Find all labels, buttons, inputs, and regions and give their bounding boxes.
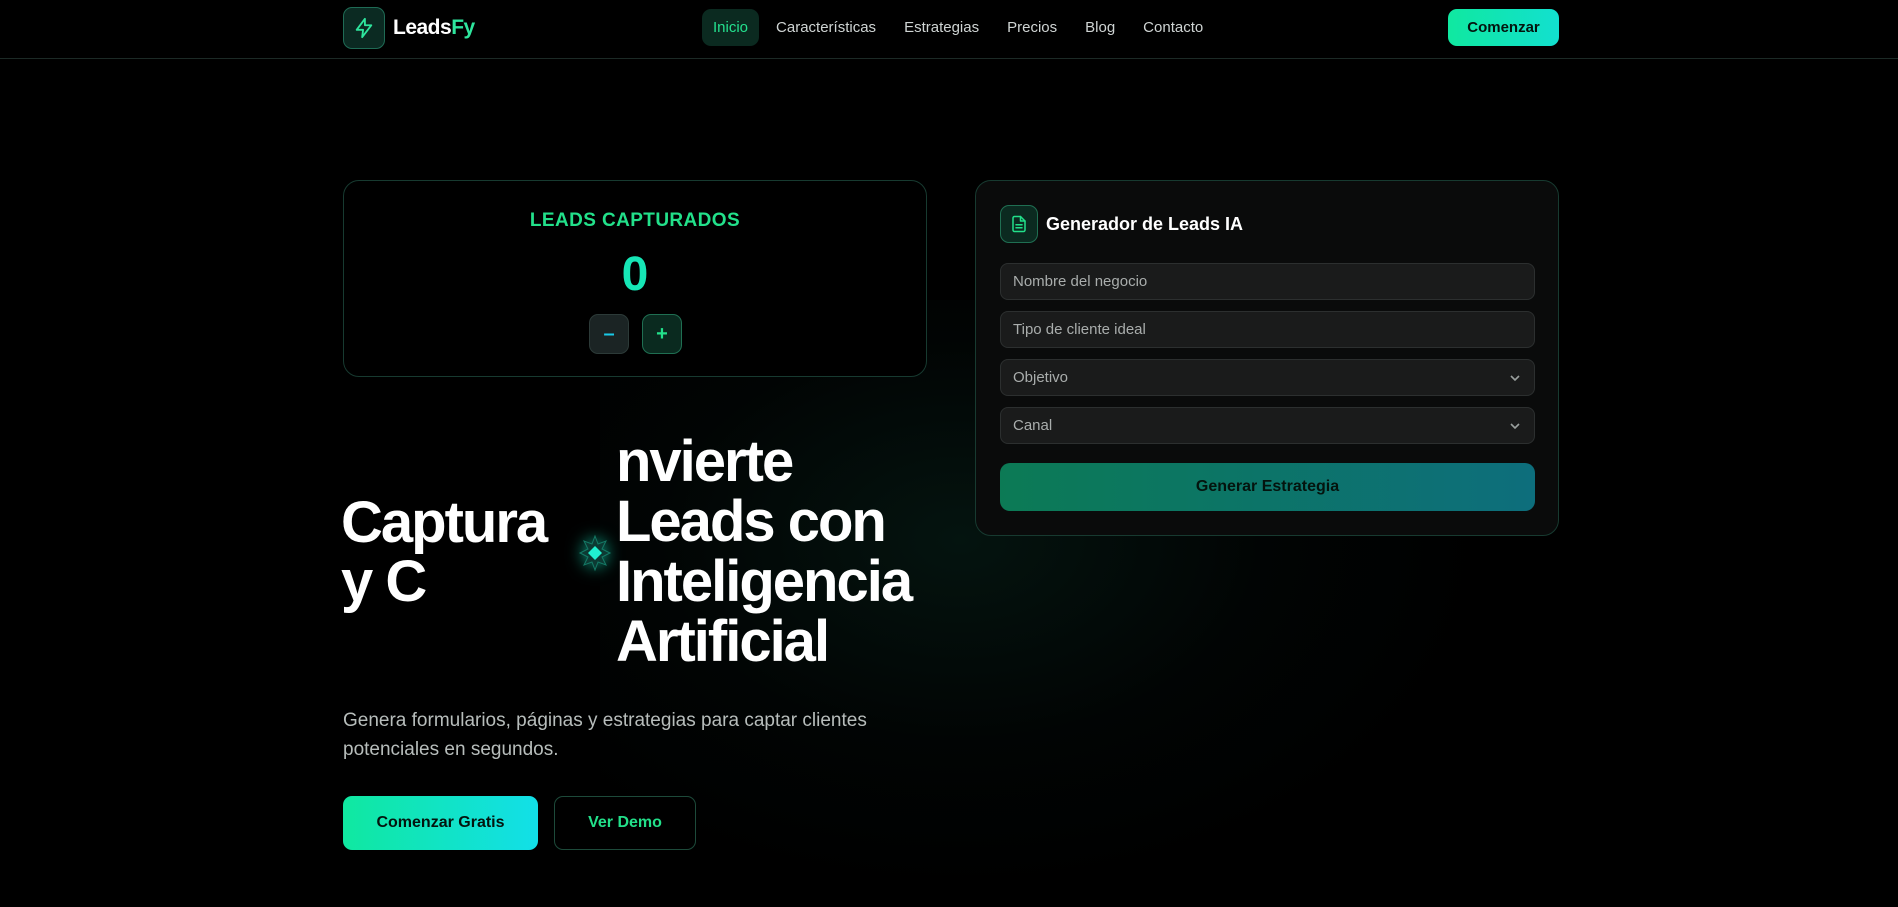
nav-item-estrategias[interactable]: Estrategias: [893, 9, 990, 46]
start-button[interactable]: Comenzar: [1448, 9, 1559, 46]
hero-headline-right: nvierte Leads con Inteligencia Artificia…: [616, 429, 913, 674]
brand-logo[interactable]: LeadsFy: [343, 6, 475, 49]
nav-item-contacto[interactable]: Contacto: [1132, 9, 1214, 46]
nav-item-precios[interactable]: Precios: [996, 9, 1068, 46]
hero-line: nvierte: [616, 429, 794, 494]
business-name-input[interactable]: [1000, 263, 1535, 300]
counter-title: LEADS CAPTURADOS: [529, 210, 741, 231]
channel-select-label: Canal: [1013, 417, 1053, 434]
sparkle-icon: [576, 531, 614, 575]
hero-line: Artificial: [616, 609, 830, 674]
chevron-down-icon: [1508, 419, 1522, 433]
document-icon: [1000, 205, 1038, 243]
lightning-icon: [343, 6, 385, 49]
hero-line: Captura: [341, 490, 548, 555]
chevron-down-icon: [1508, 371, 1522, 385]
counter-value: 0: [621, 248, 649, 301]
counter-controls: – +: [589, 314, 682, 354]
hero-line: Leads con: [616, 489, 887, 554]
decrement-button[interactable]: –: [589, 314, 629, 354]
hero-headline-left: Captura y C: [341, 490, 548, 614]
ideal-client-input[interactable]: [1000, 311, 1535, 348]
lead-generator-card: Generador de Leads IA Objetivo Canal Gen…: [975, 180, 1559, 536]
generate-strategy-button[interactable]: Generar Estrategia: [1000, 463, 1535, 511]
brand-name: LeadsFy: [393, 15, 475, 39]
leads-counter-card: LEADS CAPTURADOS 0 – +: [343, 180, 927, 377]
start-free-button[interactable]: Comenzar Gratis: [343, 796, 538, 850]
nav-menu: Inicio Características Estrategias Preci…: [702, 9, 1214, 46]
nav-item-inicio[interactable]: Inicio: [702, 9, 760, 46]
hero-subtitle: Genera formularios, páginas y estrategia…: [343, 710, 867, 760]
nav-item-blog[interactable]: Blog: [1074, 9, 1126, 46]
view-demo-button[interactable]: Ver Demo: [554, 796, 696, 850]
objective-select-label: Objetivo: [1013, 369, 1069, 386]
top-navbar: LeadsFy Inicio Características Estrategi…: [0, 0, 1898, 59]
generator-title: Generador de Leads IA: [1046, 214, 1244, 234]
hero-line: y C: [341, 549, 427, 614]
hero-line: Inteligencia: [616, 549, 913, 614]
channel-select[interactable]: Canal: [1000, 407, 1535, 444]
increment-button[interactable]: +: [642, 314, 682, 354]
nav-item-caracteristicas[interactable]: Características: [765, 9, 887, 46]
objective-select[interactable]: Objetivo: [1000, 359, 1535, 396]
